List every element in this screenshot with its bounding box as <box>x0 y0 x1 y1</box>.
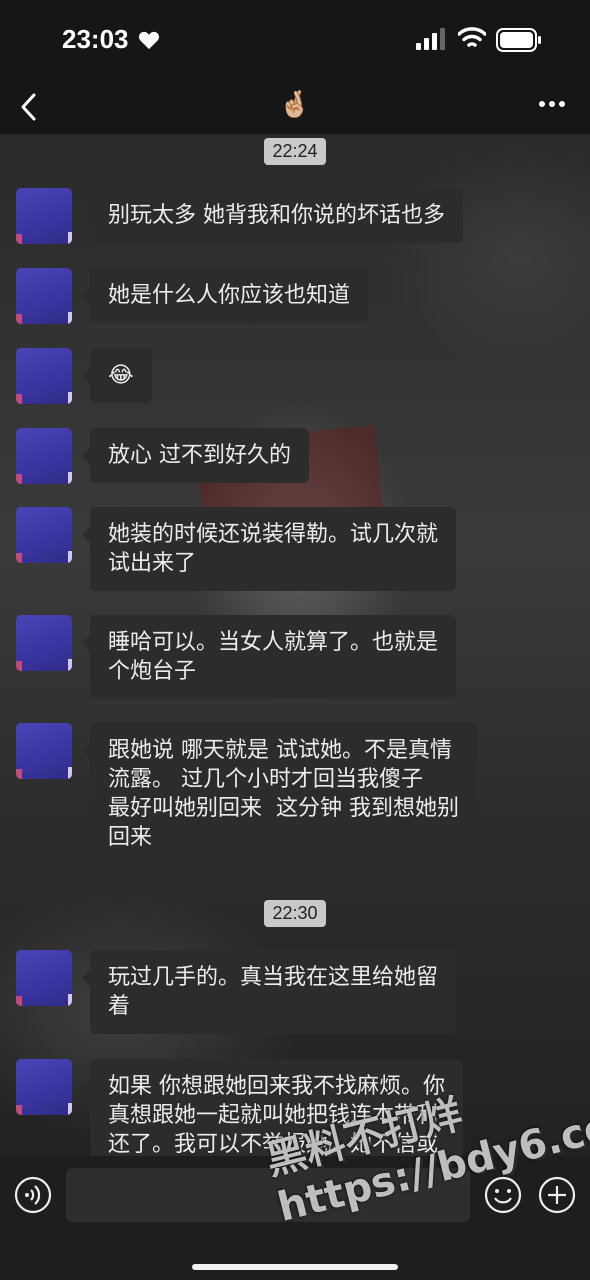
avatar[interactable] <box>16 615 72 671</box>
voice-icon[interactable] <box>14 1176 52 1214</box>
message-bubble[interactable]: 放心 过不到好久的 <box>82 428 309 483</box>
more-icon[interactable] <box>538 100 566 108</box>
avatar[interactable] <box>16 348 72 404</box>
message-bubble[interactable]: 她装的时候还说装得勒。试几次就 试出来了 <box>81 507 457 591</box>
heart-icon <box>138 31 160 50</box>
avatar[interactable] <box>16 428 72 484</box>
avatar[interactable] <box>16 1059 72 1115</box>
plus-icon[interactable] <box>538 1176 576 1214</box>
signal-icon <box>416 28 445 50</box>
wifi-icon <box>458 27 486 47</box>
avatar[interactable] <box>16 188 72 244</box>
message-bubble[interactable]: 睡哈可以。当女人就算了。也就是 个炮台子 <box>81 615 457 699</box>
status-bar: 23:03 <box>0 0 590 80</box>
home-indicator <box>192 1264 398 1270</box>
time-divider-label: 22:24 <box>264 138 326 165</box>
time-divider: 22:30 <box>0 900 590 927</box>
message-bubble[interactable]: 😂 <box>82 348 152 403</box>
message-bubble[interactable]: 跟她说 哪天就是 试试她。不是真情 流露。 过几个小时才回当我傻子 最好叫她别回… <box>82 723 477 865</box>
avatar[interactable] <box>16 950 72 1006</box>
message-bubble[interactable]: 别玩太多 她背我和你说的坏话也多 <box>82 188 463 243</box>
message-bubble[interactable]: 她是什么人你应该也知道 <box>81 268 369 323</box>
emoji-icon[interactable] <box>484 1176 522 1214</box>
time-divider: 22:24 <box>0 138 590 165</box>
battery-icon <box>496 28 541 52</box>
nav-bar: 🤞🏼 <box>0 80 590 134</box>
avatar[interactable] <box>16 268 72 324</box>
chat-area[interactable]: 22:24 别玩太多 她背我和你说的坏话也多 她是什么人你应该也知道 😂 放心 … <box>0 134 590 1156</box>
status-time: 23:03 <box>62 24 129 54</box>
avatar[interactable] <box>16 723 72 779</box>
avatar[interactable] <box>16 507 72 563</box>
message-bubble[interactable]: 玩过几手的。真当我在这里给她留 着 <box>81 950 457 1034</box>
time-divider-label: 22:30 <box>264 900 326 927</box>
chat-title: 🤞🏼 <box>278 90 312 120</box>
